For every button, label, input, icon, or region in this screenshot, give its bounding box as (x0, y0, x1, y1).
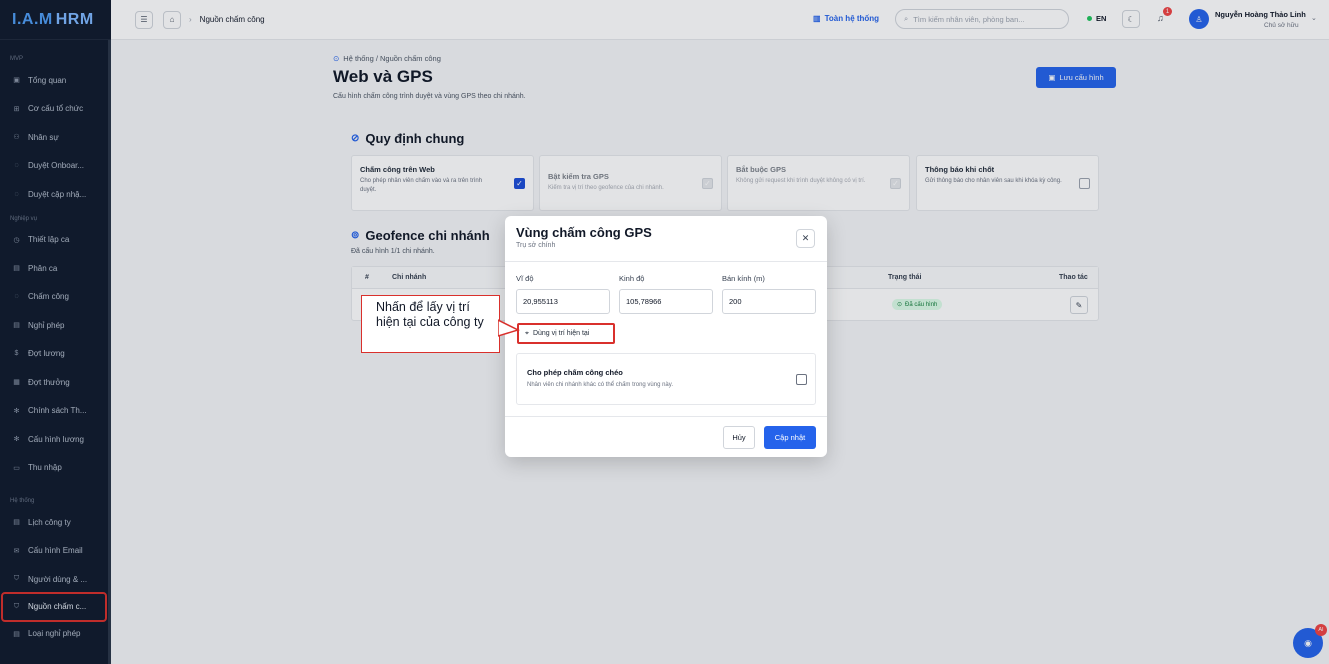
latitude-label: Vĩ độ (516, 274, 534, 283)
longitude-label: Kinh độ (619, 274, 645, 283)
radius-value: 200 (729, 297, 742, 306)
update-button[interactable]: Cập nhật (764, 426, 816, 449)
instruction-callout: Nhấn để lấy vị trí hiện tại của công ty (361, 295, 500, 353)
callout-text: Nhấn để lấy vị trí hiện tại của công ty (376, 300, 484, 329)
gps-zone-modal: Vùng chấm công GPS Trụ sở chính ✕ Vĩ độ … (505, 216, 827, 457)
cross-attendance-desc: Nhân viên chi nhánh khác có thể chấm tro… (527, 382, 673, 388)
callout-arrow-icon (498, 319, 520, 337)
use-location-label: Dùng vị trí hiện tại (532, 330, 590, 337)
close-icon: ✕ (801, 233, 810, 243)
cross-attendance-checkbox[interactable] (796, 374, 807, 385)
latitude-input[interactable]: 20,955113 (516, 289, 610, 314)
modal-title: Vùng chấm công GPS (516, 225, 652, 240)
crosshair-icon: ⌖ (525, 329, 529, 337)
use-current-location-button[interactable]: ⌖ Dùng vị trí hiện tại (517, 323, 615, 344)
cross-attendance-option: Cho phép chấm công chéo Nhân viên chi nh… (516, 353, 816, 405)
radius-label: Bán kính (m) (722, 274, 765, 283)
radius-input[interactable]: 200 (722, 289, 816, 314)
modal-subtitle: Trụ sở chính (516, 242, 556, 249)
longitude-input[interactable]: 105,78966 (619, 289, 713, 314)
cross-attendance-title: Cho phép chấm công chéo (527, 368, 623, 377)
cancel-button[interactable]: Hủy (723, 426, 755, 449)
divider (505, 261, 827, 262)
close-button[interactable]: ✕ (796, 229, 815, 248)
longitude-value: 105,78966 (626, 297, 662, 306)
latitude-value: 20,955113 (523, 297, 558, 306)
divider (505, 416, 827, 417)
